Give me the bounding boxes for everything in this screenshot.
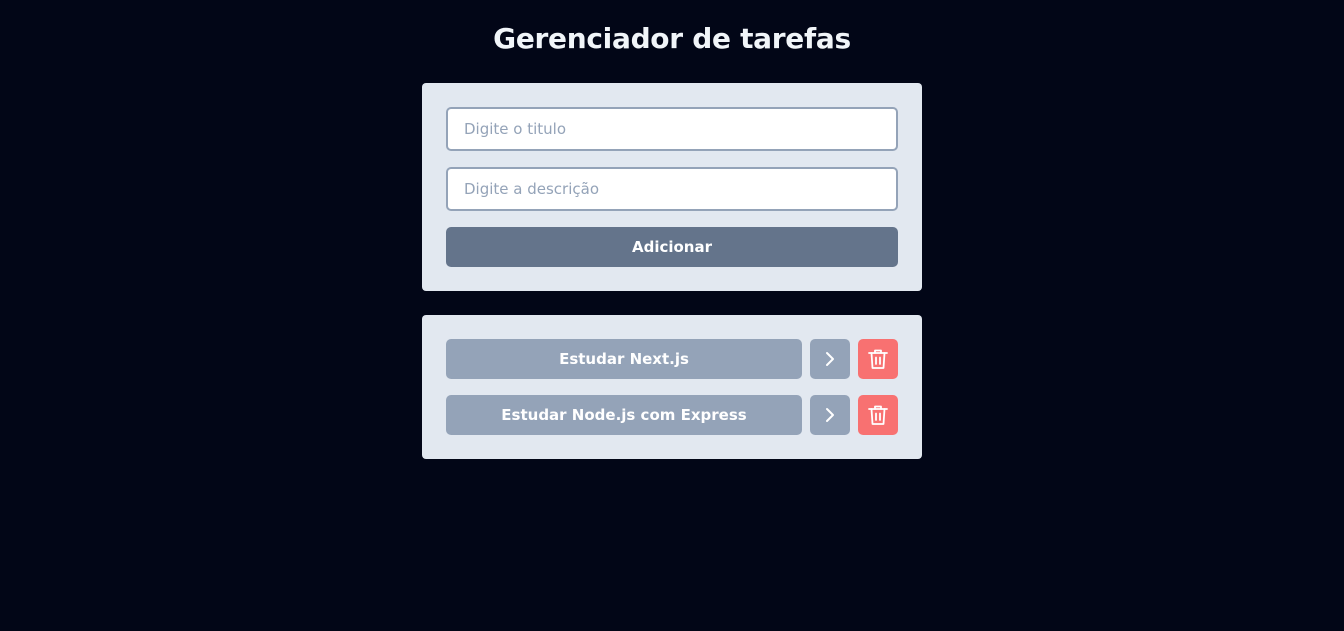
trash-icon	[866, 347, 890, 371]
delete-task-button[interactable]	[858, 339, 898, 379]
task-item: Estudar Next.js	[446, 339, 898, 379]
task-item: Estudar Node.js com Express	[446, 395, 898, 435]
chevron-right-icon	[818, 403, 842, 427]
trash-icon	[866, 403, 890, 427]
add-task-button[interactable]: Adicionar	[446, 227, 898, 267]
page-title: Gerenciador de tarefas	[493, 22, 851, 55]
delete-task-button[interactable]	[858, 395, 898, 435]
task-title-button[interactable]: Estudar Next.js	[446, 339, 802, 379]
chevron-right-icon	[818, 347, 842, 371]
task-details-button[interactable]	[810, 339, 850, 379]
task-details-button[interactable]	[810, 395, 850, 435]
task-title-button[interactable]: Estudar Node.js com Express	[446, 395, 802, 435]
add-task-form: Adicionar	[422, 83, 922, 291]
task-list: Estudar Next.js Estudar Node.js com Expr…	[422, 315, 922, 459]
task-description-input[interactable]	[446, 167, 898, 211]
task-title-input[interactable]	[446, 107, 898, 151]
